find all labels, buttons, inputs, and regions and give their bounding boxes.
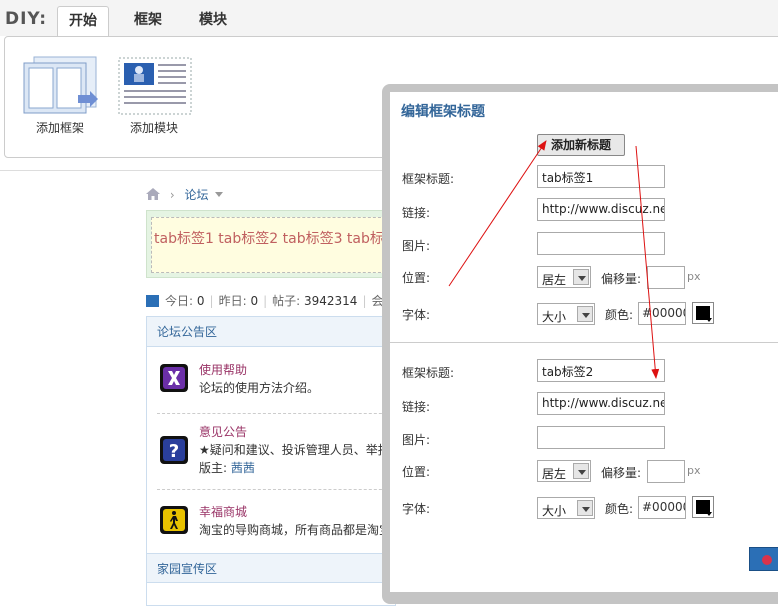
font-size-select[interactable]: 大小	[537, 497, 595, 519]
px-unit: px	[687, 464, 701, 477]
help-forum-icon[interactable]	[159, 363, 189, 393]
diy-toolbar: DIY: 开始 框架 模块	[0, 0, 778, 37]
color-picker-icon[interactable]	[692, 496, 714, 518]
today-label: 今日:	[165, 294, 194, 308]
forum-name[interactable]: 意见公告	[199, 423, 247, 440]
frame-icon	[23, 56, 98, 114]
offset-label: 偏移量:	[601, 272, 642, 286]
forum-description: 淘宝的导购商城，所有商品都是淘宝	[199, 523, 392, 537]
offset-label: 偏移量:	[601, 466, 642, 480]
forum-moderator: 版主: 茜茜	[199, 459, 255, 476]
offset-input[interactable]	[647, 266, 685, 289]
add-module-label: 添加模块	[129, 121, 178, 135]
submit-button[interactable]	[749, 547, 778, 571]
tab-preview-text: tab标签1 tab标签2 tab标签3 tab标签	[154, 231, 398, 247]
posts-count: 3942314	[304, 294, 358, 308]
link-input[interactable]: http://www.discuz.ne	[537, 392, 665, 415]
add-frame-button[interactable]: 添加框架	[17, 55, 103, 139]
posts-label: 帖子:	[272, 294, 301, 308]
moderator-link[interactable]: 茜茜	[231, 461, 255, 475]
frame-title-label: 框架标题:	[402, 366, 455, 380]
module-icon	[118, 57, 192, 115]
offset-input[interactable]	[647, 460, 685, 483]
home-icon[interactable]	[146, 188, 160, 200]
svg-text:?: ?	[169, 441, 179, 462]
color-picker-icon[interactable]	[692, 302, 714, 324]
tab-frame-inner: tab标签1 tab标签2 tab标签3 tab标签	[151, 217, 398, 273]
link-label: 链接:	[402, 206, 431, 220]
question-forum-icon[interactable]: ?	[159, 435, 189, 465]
forum-item: 使用帮助 论坛的使用方法介绍。	[147, 361, 395, 411]
today-count: 0	[196, 294, 205, 308]
forum-stats: 今日: 0|昨日: 0|帖子: 3942314|会员	[146, 292, 396, 309]
dropdown-arrow-icon[interactable]	[577, 306, 593, 322]
tab-frame[interactable]: 框架	[124, 6, 172, 37]
px-unit: px	[687, 270, 701, 283]
dropdown-arrow-icon[interactable]	[573, 269, 589, 285]
diy-label: DIY:	[5, 9, 48, 29]
font-label: 字体:	[402, 308, 431, 322]
position-value: 居左	[542, 273, 567, 287]
forum-list: 论坛公告区 使用帮助 论坛的使用方法介绍。 ? 意见公告 ★疑问和建议、投诉管理…	[146, 316, 397, 606]
color-label: 颜色:	[605, 308, 634, 322]
edit-frame-title-dialog: 编辑框架标题 添加新标题 框架标题: tab标签1 链接: http://www…	[390, 92, 778, 592]
dropdown-arrow-icon[interactable]	[577, 500, 593, 516]
frame-title-input[interactable]: tab标签1	[537, 165, 665, 188]
breadcrumb-separator: ›	[169, 188, 175, 202]
divider	[157, 413, 397, 414]
image-label: 图片:	[402, 239, 431, 253]
image-input[interactable]	[537, 426, 665, 449]
position-label: 位置:	[402, 465, 431, 479]
yesterday-count: 0	[250, 294, 259, 308]
color-input[interactable]: #00000	[638, 496, 686, 519]
image-input[interactable]	[537, 232, 665, 255]
divider	[157, 489, 397, 490]
forum-description: 论坛的使用方法介绍。	[199, 381, 320, 395]
walker-forum-icon[interactable]	[159, 505, 189, 535]
forum-item: ? 意见公告 ★疑问和建议、投诉管理人员、举报 版主: 茜茜	[147, 423, 395, 483]
add-frame-label: 添加框架	[35, 121, 84, 135]
tab-module[interactable]: 模块	[188, 6, 238, 37]
font-size-select[interactable]: 大小	[537, 303, 595, 325]
link-label: 链接:	[402, 400, 431, 414]
forum-description: ★疑问和建议、投诉管理人员、举报	[199, 443, 390, 457]
frame-title-input[interactable]: tab标签2	[537, 359, 665, 382]
position-select[interactable]: 居左	[537, 460, 591, 482]
category-header[interactable]: 家园宣传区	[147, 553, 395, 583]
yesterday-label: 昨日:	[218, 294, 247, 308]
color-label: 颜色:	[605, 502, 634, 516]
link-input[interactable]: http://www.discuz.ne	[537, 198, 665, 221]
moderator-label: 版主:	[199, 461, 228, 475]
add-new-title-button[interactable]: 添加新标题	[537, 134, 625, 156]
font-size-value: 大小	[542, 310, 567, 324]
forum-name[interactable]: 使用帮助	[199, 361, 247, 378]
image-label: 图片:	[402, 433, 431, 447]
position-value: 居左	[542, 467, 567, 481]
add-module-button[interactable]: 添加模块	[111, 55, 197, 139]
breadcrumb-forum-link[interactable]: 论坛	[184, 188, 208, 202]
frame-title-label: 框架标题:	[402, 172, 455, 186]
breadcrumb: › 论坛	[146, 186, 224, 203]
stats-chart-icon	[146, 295, 159, 307]
dropdown-arrow-icon[interactable]	[573, 463, 589, 479]
position-label: 位置:	[402, 271, 431, 285]
dialog-title: 编辑框架标题	[401, 104, 485, 120]
category-header[interactable]: 论坛公告区	[147, 317, 395, 347]
forum-item: 幸福商城 淘宝的导购商城，所有商品都是淘宝	[147, 503, 395, 553]
font-size-value: 大小	[542, 504, 567, 518]
tab-frame-preview[interactable]: tab标签1 tab标签2 tab标签3 tab标签	[146, 210, 398, 278]
forum-name[interactable]: 幸福商城	[199, 503, 247, 520]
tab-start[interactable]: 开始	[57, 6, 109, 37]
chevron-down-icon[interactable]	[215, 192, 224, 197]
position-select[interactable]: 居左	[537, 266, 591, 288]
font-label: 字体:	[402, 502, 431, 516]
color-input[interactable]: #00000	[638, 302, 686, 325]
divider	[390, 342, 778, 343]
